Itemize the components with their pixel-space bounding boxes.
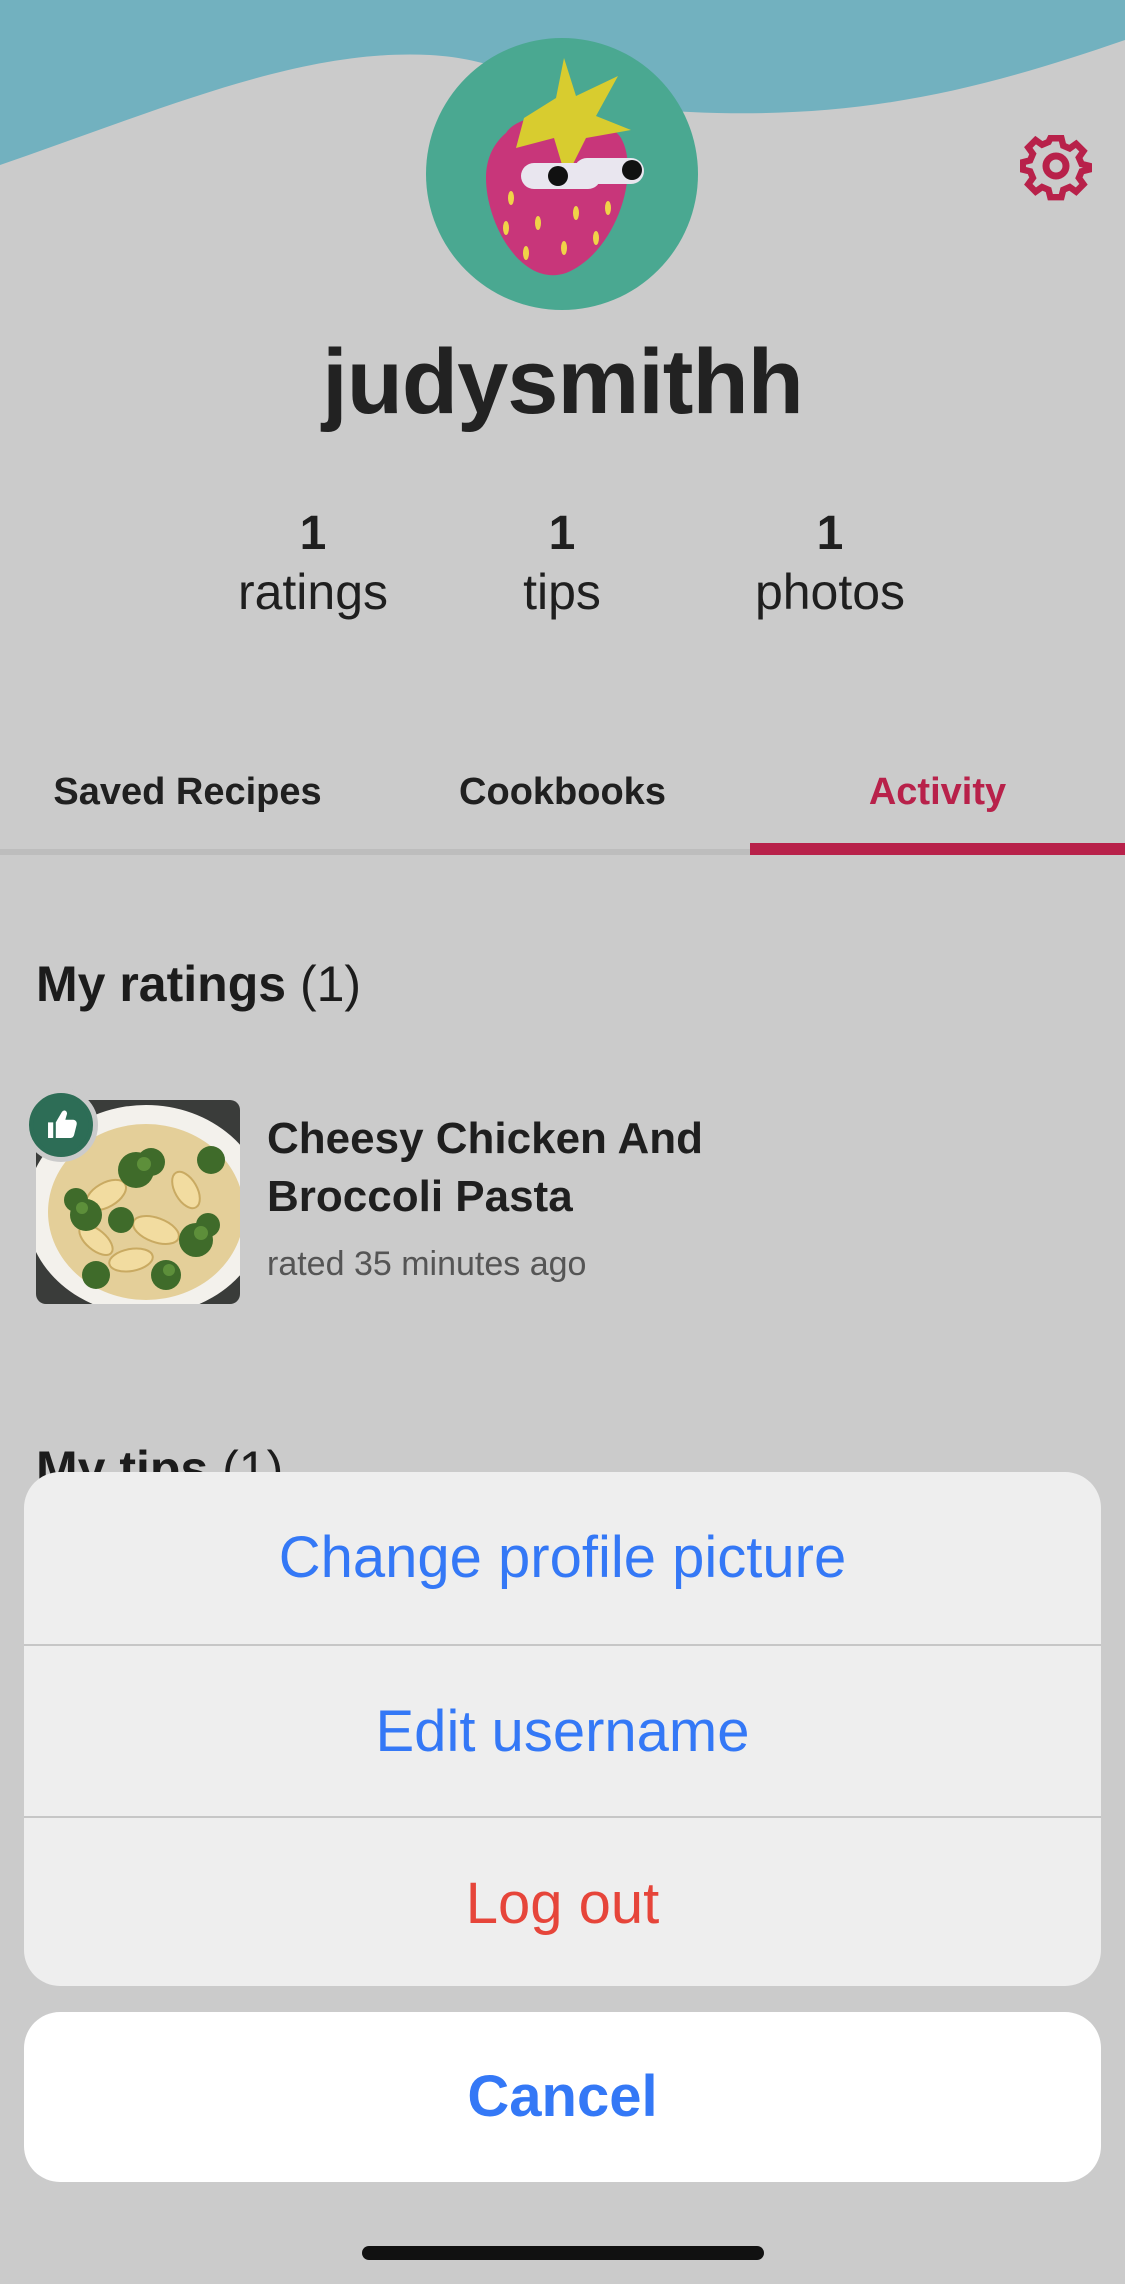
tab-cookbooks[interactable]: Cookbooks [375,740,750,855]
recipe-title[interactable]: Cheesy Chicken And Broccoli Pasta [267,1110,787,1226]
gear-icon[interactable] [1020,130,1092,202]
recipe-rated-time: rated 35 minutes ago [267,1245,587,1283]
tab-activity[interactable]: Activity [750,740,1125,855]
change-profile-picture-button[interactable]: Change profile picture [24,1472,1101,1644]
action-sheet: Change profile picture Edit username Log… [24,1472,1101,1986]
stat-photos[interactable]: 1 photos [700,505,960,621]
log-out-button[interactable]: Log out [24,1816,1101,1986]
stat-photos-label: photos [754,564,906,620]
username: judysmithh [322,331,804,433]
profile-tabs: Saved Recipes Cookbooks Activity [0,740,1125,855]
stat-ratings-count: 1 [299,507,327,560]
stat-photos-count: 1 [816,507,844,560]
cancel-button[interactable]: Cancel [24,2012,1101,2182]
stat-ratings[interactable]: 1 ratings [183,505,443,621]
my-ratings-heading: My ratings (1) [36,955,361,1013]
thumbs-up-icon [24,1088,98,1162]
my-ratings-title: My ratings [36,956,287,1012]
my-ratings-count: (1) [299,956,362,1012]
profile-screen: judysmithh 1 ratings 1 tips 1 photos Sav… [0,0,1125,2284]
edit-username-button[interactable]: Edit username [24,1644,1101,1816]
stat-tips-count: 1 [548,507,576,560]
stat-tips-label: tips [523,564,601,620]
avatar[interactable] [426,38,698,310]
active-tab-indicator [750,843,1125,855]
stat-ratings-label: ratings [237,564,389,620]
tab-saved-recipes[interactable]: Saved Recipes [0,740,375,855]
stat-tips[interactable]: 1 tips [432,505,692,621]
home-indicator[interactable] [362,2246,764,2260]
